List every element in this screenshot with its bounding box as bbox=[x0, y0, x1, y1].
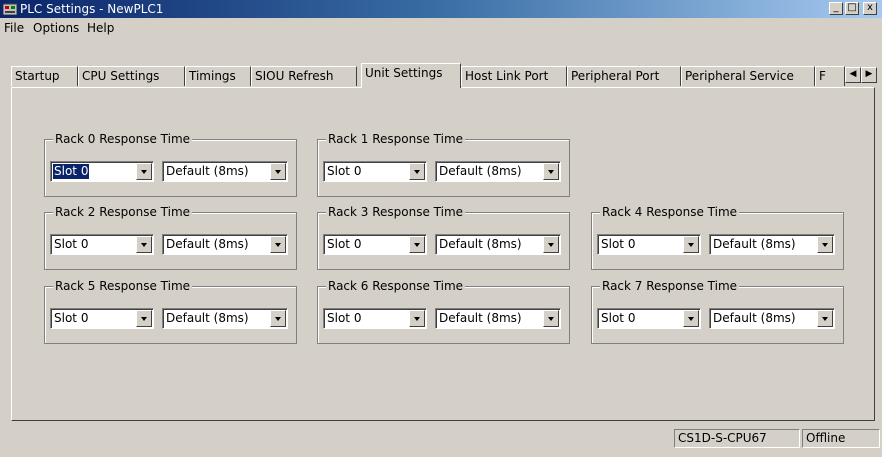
chevron-down-icon[interactable] bbox=[270, 310, 286, 327]
chevron-down-icon[interactable] bbox=[409, 310, 425, 327]
rack-0-time-value: Default (8ms) bbox=[166, 164, 249, 178]
chevron-down-icon[interactable] bbox=[136, 236, 152, 253]
chevron-down-icon[interactable] bbox=[817, 236, 833, 253]
rack-5-slot-select[interactable]: Slot 0 bbox=[50, 308, 154, 329]
rack-3-slot-value: Slot 0 bbox=[327, 237, 362, 251]
rack-4-label: Rack 4 Response Time bbox=[600, 204, 740, 220]
rack-0-time-select[interactable]: Default (8ms) bbox=[162, 161, 288, 182]
rack-1-group: Rack 1 Response Time Slot 0 Default (8ms… bbox=[317, 131, 570, 197]
close-button[interactable]: x bbox=[863, 2, 877, 15]
rack-6-time-value: Default (8ms) bbox=[439, 311, 522, 325]
rack-2-slot-value: Slot 0 bbox=[54, 237, 89, 251]
rack-4-slot-value: Slot 0 bbox=[601, 237, 636, 251]
rack-7-slot-select[interactable]: Slot 0 bbox=[597, 308, 701, 329]
chevron-down-icon[interactable] bbox=[136, 310, 152, 327]
rack-5-time-value: Default (8ms) bbox=[166, 311, 249, 325]
rack-2-slot-select[interactable]: Slot 0 bbox=[50, 234, 154, 255]
rack-6-label: Rack 6 Response Time bbox=[326, 278, 466, 294]
rack-1-slot-select[interactable]: Slot 0 bbox=[323, 161, 427, 182]
maximize-button[interactable]: □ bbox=[845, 2, 859, 15]
menu-bar: File Options Help bbox=[0, 18, 882, 38]
plc-app-icon bbox=[3, 3, 17, 15]
chevron-down-icon[interactable] bbox=[270, 163, 286, 180]
menu-help[interactable]: Help bbox=[87, 20, 114, 36]
rack-7-slot-value: Slot 0 bbox=[601, 311, 636, 325]
tab-siou-refresh[interactable]: SIOU Refresh bbox=[251, 66, 357, 86]
chevron-down-icon[interactable] bbox=[543, 236, 559, 253]
rack-7-time-value: Default (8ms) bbox=[713, 311, 796, 325]
tab-startup[interactable]: Startup bbox=[11, 66, 78, 86]
rack-4-group: Rack 4 Response Time Slot 0 Default (8ms… bbox=[591, 204, 844, 270]
rack-0-slot-select[interactable]: Slot 0 bbox=[50, 161, 154, 182]
rack-0-group: Rack 0 Response Time Slot 0 Default (8ms… bbox=[44, 131, 297, 197]
chevron-down-icon[interactable] bbox=[270, 236, 286, 253]
chevron-down-icon[interactable] bbox=[817, 310, 833, 327]
tab-f[interactable]: F bbox=[815, 66, 845, 86]
rack-6-group: Rack 6 Response Time Slot 0 Default (8ms… bbox=[317, 278, 570, 344]
rack-2-group: Rack 2 Response Time Slot 0 Default (8ms… bbox=[44, 204, 297, 270]
rack-6-slot-select[interactable]: Slot 0 bbox=[323, 308, 427, 329]
rack-2-label: Rack 2 Response Time bbox=[53, 204, 193, 220]
title-bar: PLC Settings - NewPLC1 _ □ x bbox=[0, 0, 882, 18]
rack-0-slot-value: Slot 0 bbox=[51, 163, 91, 180]
minimize-button[interactable]: _ bbox=[829, 2, 843, 15]
rack-3-slot-select[interactable]: Slot 0 bbox=[323, 234, 427, 255]
tab-host-link-port[interactable]: Host Link Port bbox=[461, 66, 567, 86]
rack-3-time-value: Default (8ms) bbox=[439, 237, 522, 251]
rack-0-label: Rack 0 Response Time bbox=[53, 131, 193, 147]
rack-3-time-select[interactable]: Default (8ms) bbox=[435, 234, 561, 255]
menu-options[interactable]: Options bbox=[33, 20, 79, 36]
tab-peripheral-port[interactable]: Peripheral Port bbox=[567, 66, 681, 86]
tab-scroll-right-button[interactable]: ▶ bbox=[861, 67, 877, 83]
tab-timings[interactable]: Timings bbox=[185, 66, 251, 86]
menu-file[interactable]: File bbox=[4, 20, 24, 36]
rack-2-time-value: Default (8ms) bbox=[166, 237, 249, 251]
rack-5-time-select[interactable]: Default (8ms) bbox=[162, 308, 288, 329]
rack-7-time-select[interactable]: Default (8ms) bbox=[709, 308, 835, 329]
chevron-down-icon[interactable] bbox=[136, 163, 152, 180]
rack-3-group: Rack 3 Response Time Slot 0 Default (8ms… bbox=[317, 204, 570, 270]
rack-6-slot-value: Slot 0 bbox=[327, 311, 362, 325]
chevron-down-icon[interactable] bbox=[409, 163, 425, 180]
rack-1-time-select[interactable]: Default (8ms) bbox=[435, 161, 561, 182]
status-connection: Offline bbox=[802, 429, 880, 448]
chevron-down-icon[interactable] bbox=[543, 310, 559, 327]
rack-1-label: Rack 1 Response Time bbox=[326, 131, 466, 147]
rack-4-slot-select[interactable]: Slot 0 bbox=[597, 234, 701, 255]
rack-5-group: Rack 5 Response Time Slot 0 Default (8ms… bbox=[44, 278, 297, 344]
chevron-down-icon[interactable] bbox=[409, 236, 425, 253]
rack-7-group: Rack 7 Response Time Slot 0 Default (8ms… bbox=[591, 278, 844, 344]
tab-unit-settings[interactable]: Unit Settings bbox=[361, 63, 461, 88]
rack-7-label: Rack 7 Response Time bbox=[600, 278, 740, 294]
chevron-down-icon[interactable] bbox=[683, 310, 699, 327]
status-model: CS1D-S-CPU67 bbox=[674, 429, 800, 448]
rack-4-time-value: Default (8ms) bbox=[713, 237, 796, 251]
rack-5-label: Rack 5 Response Time bbox=[53, 278, 193, 294]
tab-peripheral-service[interactable]: Peripheral Service bbox=[681, 66, 815, 86]
rack-5-slot-value: Slot 0 bbox=[54, 311, 89, 325]
rack-1-slot-value: Slot 0 bbox=[327, 164, 362, 178]
rack-1-time-value: Default (8ms) bbox=[439, 164, 522, 178]
rack-6-time-select[interactable]: Default (8ms) bbox=[435, 308, 561, 329]
rack-2-time-select[interactable]: Default (8ms) bbox=[162, 234, 288, 255]
rack-4-time-select[interactable]: Default (8ms) bbox=[709, 234, 835, 255]
chevron-down-icon[interactable] bbox=[543, 163, 559, 180]
chevron-down-icon[interactable] bbox=[683, 236, 699, 253]
window-title: PLC Settings - NewPLC1 bbox=[20, 2, 164, 16]
rack-3-label: Rack 3 Response Time bbox=[326, 204, 466, 220]
tab-cpu-settings[interactable]: CPU Settings bbox=[78, 66, 185, 86]
tab-scroll-left-button[interactable]: ◀ bbox=[845, 67, 861, 83]
